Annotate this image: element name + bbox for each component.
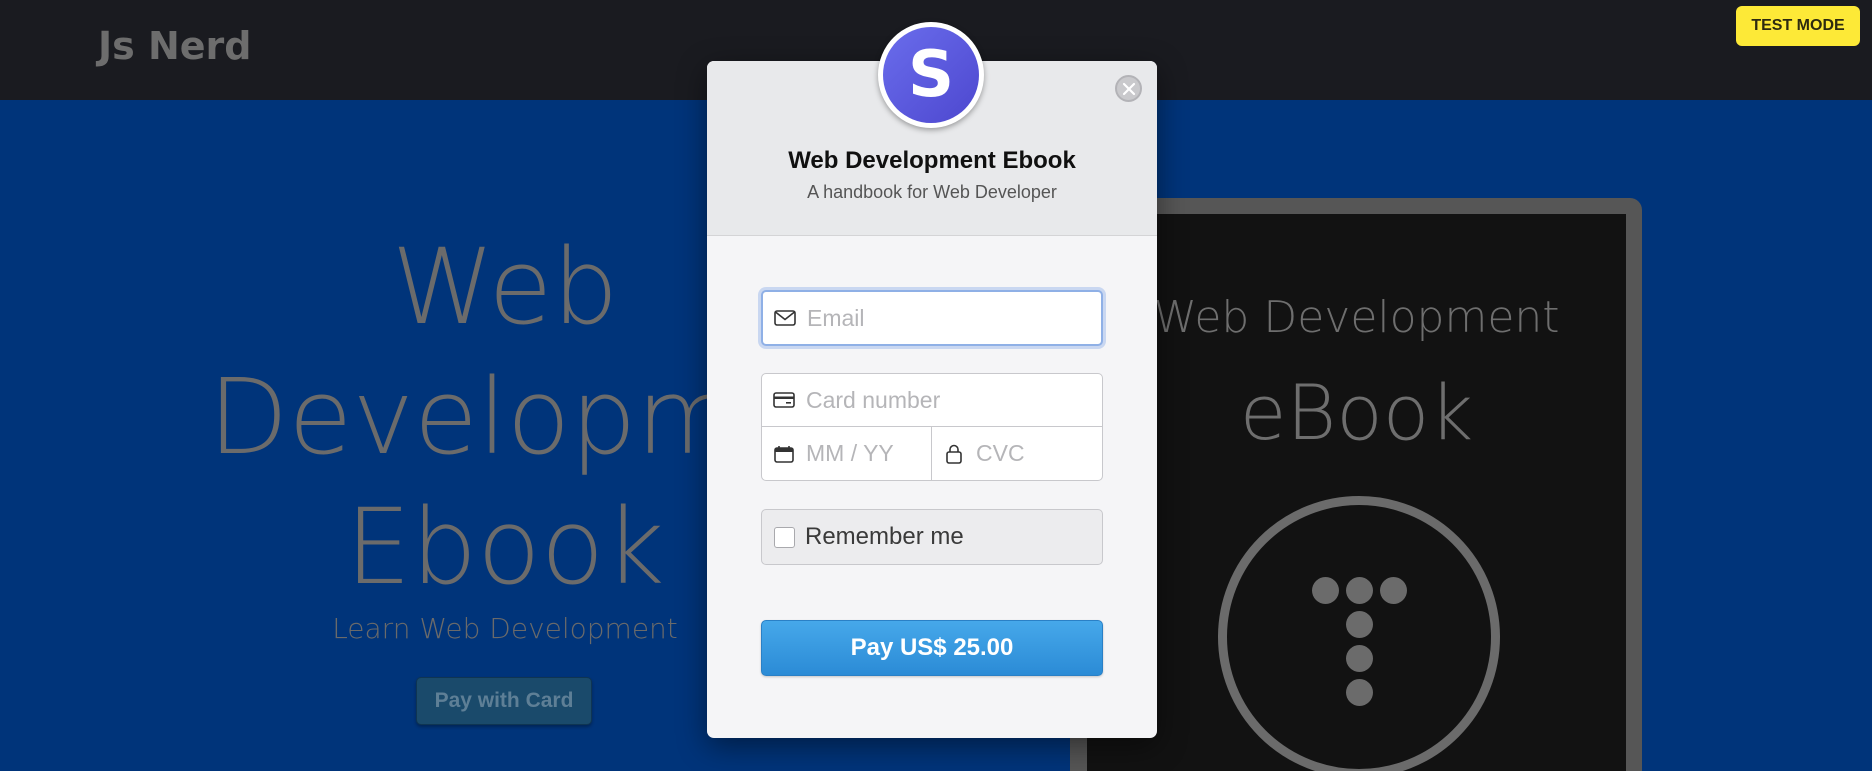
logo-dot — [1346, 679, 1373, 706]
test-mode-badge: TEST MODE — [1736, 6, 1860, 46]
card-number-input[interactable] — [806, 374, 1102, 426]
remember-me-label[interactable]: Remember me — [805, 523, 964, 551]
email-input[interactable] — [807, 292, 1101, 344]
merchant-avatar: S — [883, 27, 979, 123]
logo-dot — [1312, 577, 1339, 604]
ebook-cover-title: Web Development — [1153, 292, 1560, 343]
product-title: Web Development Ebook — [788, 147, 1076, 174]
remember-me-checkbox[interactable] — [774, 526, 795, 548]
brand-logo[interactable]: Js Nerd — [98, 24, 252, 68]
logo-dot — [1380, 577, 1407, 604]
logo-dot — [1346, 645, 1373, 672]
lock-icon — [932, 427, 976, 480]
close-button[interactable] — [1115, 75, 1142, 102]
cvc-input[interactable] — [976, 427, 1102, 480]
close-icon — [1122, 82, 1135, 95]
card-number-field[interactable] — [761, 373, 1103, 427]
ebook-cover-subtitle: eBook — [1239, 368, 1474, 457]
expiry-input[interactable] — [806, 427, 931, 480]
calendar-icon — [762, 427, 806, 480]
product-description: A handbook for Web Developer — [807, 182, 1057, 202]
pay-button[interactable]: Pay US$ 25.00 — [761, 620, 1103, 676]
logo-dot — [1346, 611, 1373, 638]
remember-me-row[interactable]: Remember me — [761, 509, 1103, 565]
expiry-field[interactable] — [761, 426, 932, 481]
credit-card-icon — [762, 374, 806, 426]
logo-dot — [1346, 577, 1373, 604]
mail-icon — [763, 292, 807, 344]
cvc-field[interactable] — [931, 426, 1103, 481]
pay-with-card-button[interactable]: Pay with Card — [416, 677, 592, 725]
email-field[interactable] — [761, 290, 1103, 346]
